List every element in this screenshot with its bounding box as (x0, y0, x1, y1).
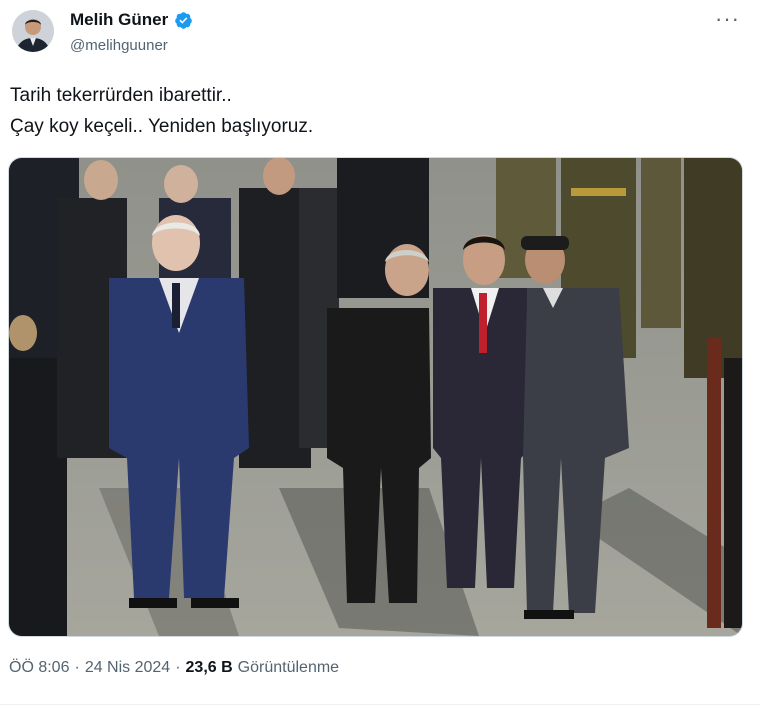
tweet-text-line-2: Çay koy keçeli.. Yeniden başlıyoruz. (10, 116, 314, 137)
tweet-meta: ÖÖ 8:06 · 24 Nis 2024 · 23,6 B Görüntüle… (9, 659, 339, 677)
meta-separator: · (175, 659, 181, 676)
tweet-time[interactable]: ÖÖ 8:06 (9, 659, 69, 677)
more-options-icon[interactable]: ··· (715, 8, 740, 30)
author-name-row[interactable]: Melih Güner (70, 10, 193, 30)
meta-separator: · (74, 659, 80, 676)
verified-badge-icon (175, 11, 193, 29)
views-label: Görüntülenme (237, 659, 340, 676)
profile-avatar-icon (12, 10, 54, 52)
author-handle[interactable]: @melihguuner (70, 37, 168, 54)
tweet-photo[interactable] (8, 157, 743, 637)
author-display-name[interactable]: Melih Güner (70, 10, 168, 30)
tweet-date[interactable]: 24 Nis 2024 (85, 659, 170, 677)
tweet-text-line-1: Tarih tekerrürden ibarettir.. (10, 85, 232, 106)
views-count: 23,6 B (185, 659, 233, 676)
author-avatar[interactable] (12, 10, 54, 52)
tweet-text: Tarih tekerrürden ibarettir.. Çay koy ke… (10, 80, 730, 142)
photo-men-in-suits-image (9, 158, 742, 636)
divider (0, 704, 760, 705)
